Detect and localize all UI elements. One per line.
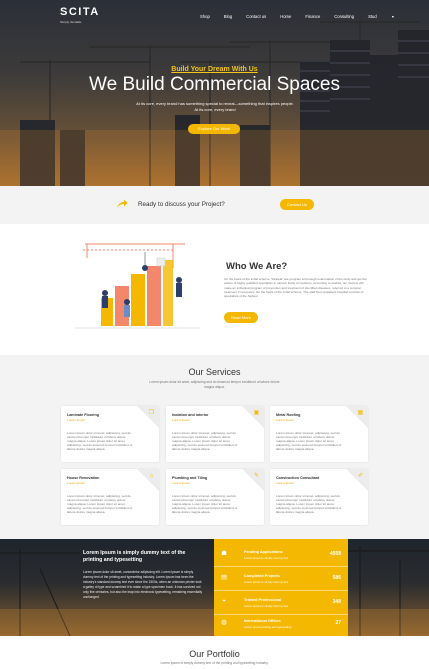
stat-value: 27	[335, 620, 341, 626]
service-title: Laminate Flooring	[67, 413, 99, 417]
stat-value: 348	[332, 599, 341, 605]
nav-item-home[interactable]: Home	[280, 14, 291, 19]
portfolio-title: Our Portfolio	[189, 649, 240, 659]
share-arrow-icon	[117, 199, 128, 208]
stat-sub: Lorem ipsum is simply dummy text	[244, 556, 289, 560]
service-card[interactable]: ⌂ House Renovation Lorem Ipsum Lorem ips…	[61, 469, 159, 525]
service-title: Plumbing and Tiling	[172, 476, 208, 480]
service-card[interactable]: ✎ Plumbing and Tiling Lorem Ipsum Lorem …	[166, 469, 264, 525]
service-title: Isolation and Interior	[172, 413, 209, 417]
service-description: Lorem ipsum dolor sit amet, adipiscing, …	[67, 494, 133, 515]
service-subtitle: Lorem Ipsum	[172, 481, 191, 485]
stat-label: International Offices	[244, 619, 281, 623]
stat-sub: Lorem ipsum printing and typesetting	[244, 625, 292, 629]
wrench-icon: ✎	[253, 473, 260, 479]
service-description: Lorem ipsum dolor sit amet, adipiscing, …	[172, 431, 238, 452]
stat-row: ☗ Pending Applications Lorem ipsum is si…	[214, 543, 348, 567]
nav-item-stud[interactable]: Stud ▾	[368, 14, 408, 19]
service-description: Lorem ipsum dolor sit amet, adipiscing, …	[172, 494, 238, 515]
contact-us-button[interactable]: Contact Us	[280, 199, 314, 210]
nav-item-shop[interactable]: Shop	[200, 14, 210, 19]
box-icon: ▣	[253, 410, 260, 416]
about-title: Who We Are?	[226, 261, 288, 272]
copy-icon: ❐	[148, 410, 155, 416]
stat-label: Completed Projects	[244, 574, 280, 578]
stat-label: Trained Professional	[244, 598, 282, 602]
logo-tagline: Simply Versatile	[60, 20, 82, 24]
service-card[interactable]: ▣ Isolation and Interior Lorem Ipsum Lor…	[166, 406, 264, 462]
service-subtitle: Lorem Ipsum	[172, 418, 191, 422]
stats-text: Lorem ipsum dolor sit amet, consectetur …	[83, 570, 203, 599]
cta-text: Ready to discuss your Project?	[138, 201, 225, 208]
nav-item-stud-label: Stud	[368, 14, 377, 19]
services-title: Our Services	[188, 367, 241, 377]
service-subtitle: Lorem Ipsum	[67, 481, 86, 485]
about-text: On the basis of the initial scheme "Stra…	[224, 277, 367, 299]
users-icon: ☗	[221, 550, 227, 557]
stat-sub: Lorem ipsum is simply dummy text	[244, 580, 289, 584]
service-description: Lorem ipsum dolor sit amet, adipiscing, …	[276, 431, 342, 452]
stat-row: ◍ International Offices Lorem ipsum prin…	[214, 612, 348, 636]
service-subtitle: Lorem Ipsum	[276, 418, 295, 422]
read-more-button[interactable]: Read More	[224, 312, 258, 323]
nav-item-finance[interactable]: Finance	[305, 14, 320, 19]
nav-item-contact[interactable]: Contact us	[246, 14, 266, 19]
service-subtitle: Lorem Ipsum	[276, 481, 295, 485]
stats-title: Lorem Ipsum is simply dummy text of the …	[83, 550, 186, 563]
hero-title: We Build Commercial Spaces	[89, 74, 340, 95]
building-icon: ▦	[357, 410, 364, 416]
explore-work-button[interactable]: Explore Our Work	[188, 124, 240, 134]
service-card[interactable]: ▦ Metal Roofing Lorem Ipsum Lorem ipsum …	[270, 406, 368, 462]
nav-item-consulting[interactable]: Consulting	[334, 14, 354, 19]
home-icon: ⌂	[149, 473, 154, 479]
service-title: Construction Consultant	[276, 476, 320, 480]
hero-kicker: Build Your Dream With Us	[171, 66, 258, 73]
chevron-down-icon: ▾	[391, 14, 394, 19]
stat-value: 586	[332, 575, 341, 581]
service-title: Metal Roofing	[276, 413, 301, 417]
nav-item-blog[interactable]: Blog	[224, 14, 232, 19]
logo[interactable]: SCITA Simply Versatile	[60, 7, 100, 27]
hero-section: SCITA Simply Versatile Shop Blog Contact…	[0, 0, 429, 186]
construction-illustration	[75, 243, 200, 329]
stat-value: 4558	[329, 551, 341, 557]
globe-icon: ◍	[221, 619, 227, 626]
service-description: Lorem ipsum dolor sit amet, adipiscing, …	[276, 494, 342, 515]
service-card[interactable]: ❐ Laminate Flooring Lorem Ipsum Lorem ip…	[61, 406, 159, 462]
buildings-icon: ▤	[220, 574, 228, 581]
service-card[interactable]: ✐ Construction Consultant Lorem Ipsum Lo…	[270, 469, 368, 525]
ruler-icon: ✐	[357, 473, 364, 479]
main-nav: Shop Blog Contact us Home Finance Consul…	[200, 14, 422, 19]
services-subtitle: Lorem ipsum dolor sit amet, adipiscing s…	[149, 380, 280, 389]
portfolio-subtitle: Lorem Ipsum is simply dummy text of the …	[160, 661, 269, 665]
service-description: Lorem ipsum dolor sit amet, adipiscing, …	[67, 431, 133, 452]
stat-label: Pending Applications	[244, 550, 283, 554]
page: SCITA Simply Versatile Shop Blog Contact…	[0, 0, 429, 669]
helmet-icon: ◓	[222, 598, 226, 605]
service-title: House Renovation	[67, 476, 100, 480]
stat-row: ▤ Completed Projects Lorem ipsum is simp…	[214, 567, 348, 591]
hero-text: At its core, every brand has something s…	[136, 101, 294, 112]
service-subtitle: Lorem Ipsum	[67, 418, 86, 422]
stat-sub: Lorem ipsum is simply dummy text	[244, 604, 289, 608]
